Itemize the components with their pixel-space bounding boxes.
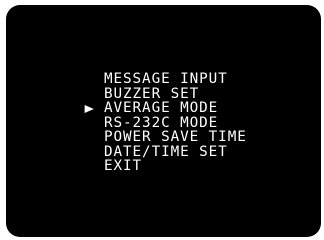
menu-item-buzzer-set[interactable]: BUZZER SET [104,86,247,102]
menu-item-label: EXIT [104,158,143,174]
device-screen: MESSAGE INPUT BUZZER SET AVERAGE MODE RS… [0,0,324,240]
display-panel: MESSAGE INPUT BUZZER SET AVERAGE MODE RS… [6,5,321,237]
menu-item-average-mode[interactable]: AVERAGE MODE [84,101,247,116]
menu-item-power-save-time[interactable]: POWER SAVE TIME [104,130,247,145]
menu-item-exit[interactable]: EXIT [104,159,247,174]
settings-menu: MESSAGE INPUT BUZZER SET AVERAGE MODE RS… [84,72,247,174]
menu-item-message-input[interactable]: MESSAGE INPUT [104,72,247,87]
menu-item-date-time-set[interactable]: DATE/TIME SET [104,144,247,160]
selection-cursor-icon [84,104,94,113]
menu-item-rs-232c-mode[interactable]: RS-232C MODE [104,115,247,131]
